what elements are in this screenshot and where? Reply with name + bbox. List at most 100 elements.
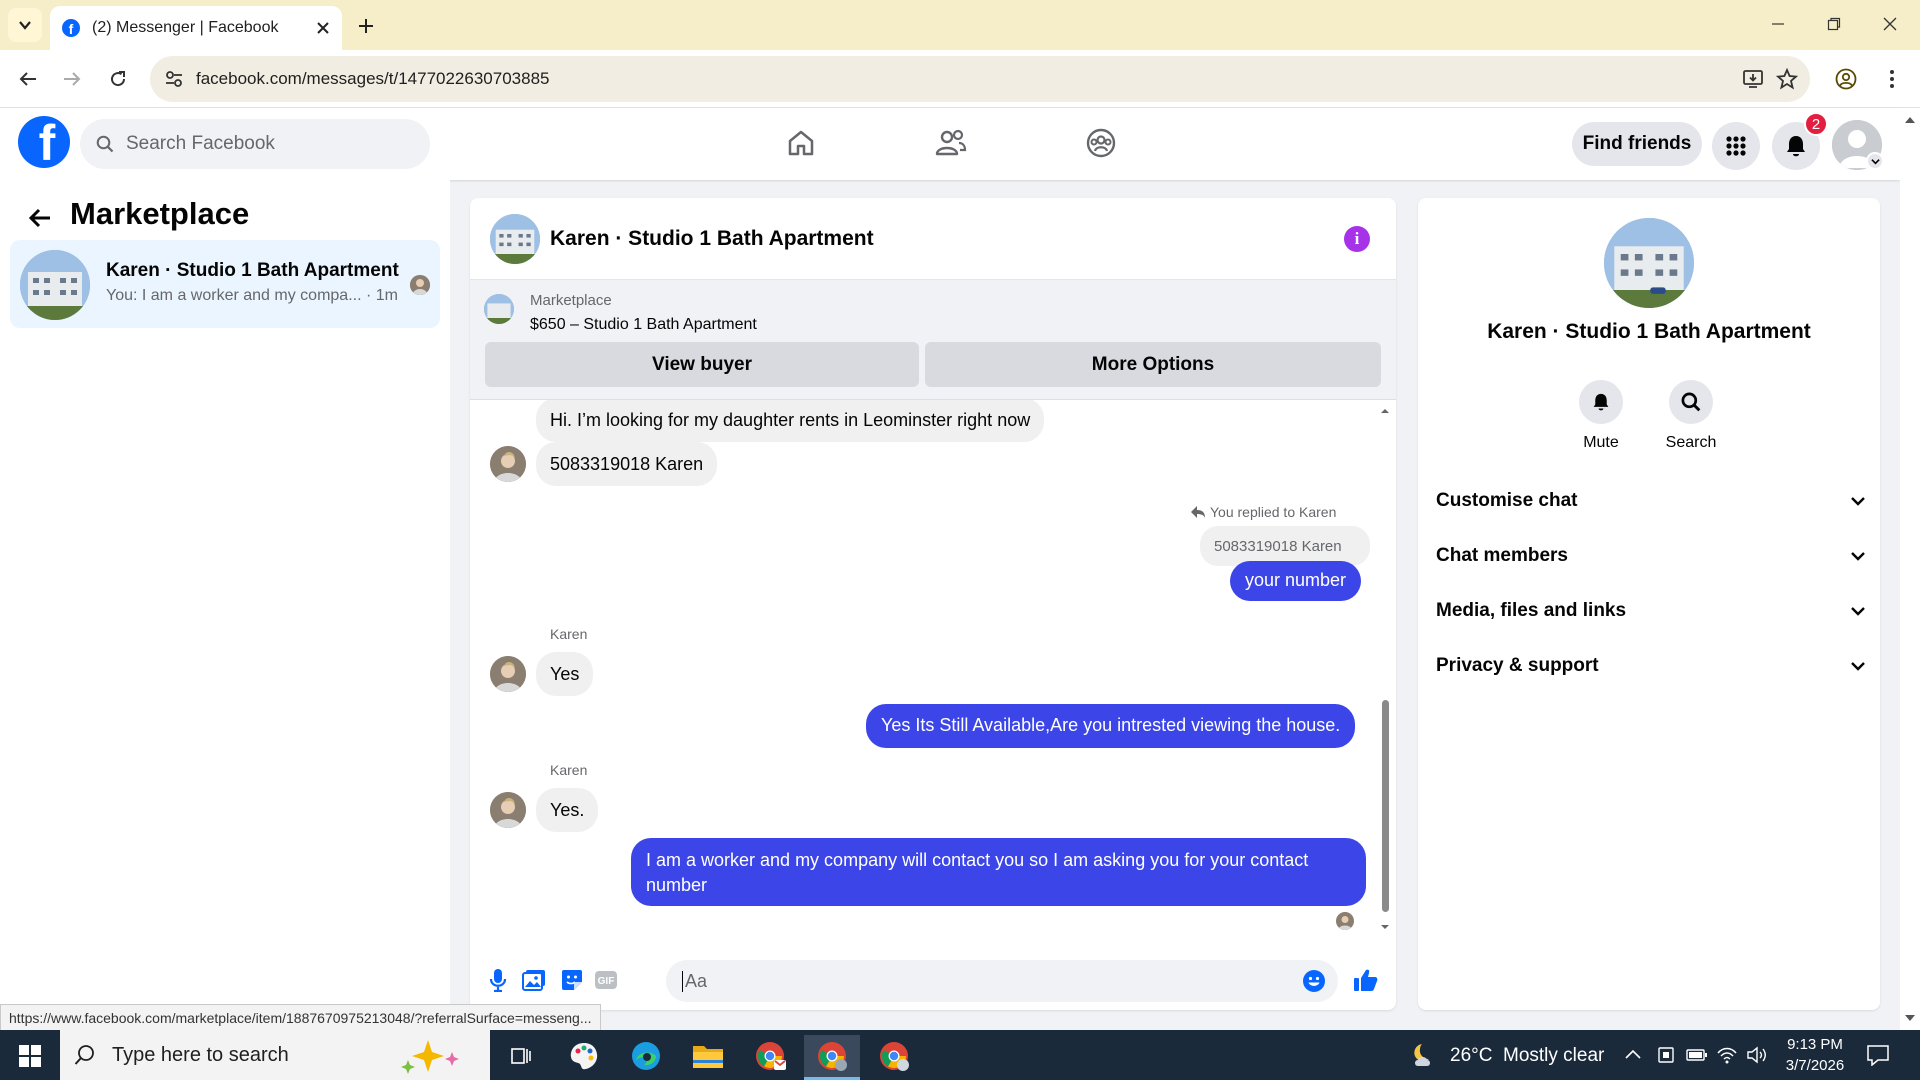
clock-time: 9:13 PM [1787, 1036, 1843, 1053]
section-privacy-support[interactable]: Privacy & support [1436, 646, 1866, 686]
meet-now-icon[interactable] [1656, 1045, 1676, 1065]
taskbar-app-chrome-gmail[interactable] [742, 1035, 798, 1077]
moon-cloud-icon [1414, 1044, 1430, 1066]
conversation-info-panel: Karen · Studio 1 Bath Apartment Mute Sea… [1418, 198, 1880, 1010]
copilot-sparkle-icon[interactable] [398, 1038, 468, 1074]
view-buyer-button[interactable]: View buyer [485, 342, 919, 387]
nav-friends[interactable] [926, 120, 976, 166]
chrome-icon [818, 1042, 847, 1071]
outgoing-message[interactable]: your number [1230, 561, 1362, 601]
incoming-message[interactable]: Yes [536, 652, 594, 696]
battery-icon[interactable] [1686, 1046, 1708, 1064]
scroll-up-arrow-icon[interactable] [1900, 112, 1920, 128]
message-input[interactable]: Aa [666, 960, 1338, 1002]
more-options-button[interactable]: More Options [925, 342, 1381, 387]
outgoing-message[interactable]: I am a worker and my company will contac… [631, 838, 1366, 906]
sticker-icon [562, 970, 582, 990]
search-placeholder: Search Facebook [126, 133, 275, 154]
search-icon [74, 1045, 94, 1065]
chat-scrollbar[interactable] [1378, 400, 1392, 950]
address-bar[interactable]: facebook.com/messages/t/1477022630703885 [150, 56, 1810, 102]
bookmark-star-icon[interactable] [1776, 68, 1798, 90]
browser-menu-button[interactable] [1876, 63, 1908, 95]
minimize-button[interactable] [1758, 8, 1798, 40]
chat-avatar[interactable] [490, 214, 540, 264]
search-label: Search [1665, 434, 1717, 451]
facebook-favicon-icon: f [62, 19, 80, 37]
tab-search-button[interactable] [8, 8, 42, 42]
listing-price-title[interactable]: $650 – Studio 1 Bath Apartment [530, 316, 757, 334]
page-scrollbar[interactable] [1900, 108, 1920, 1030]
mute-button[interactable]: Mute [1561, 380, 1641, 452]
search-icon [1681, 392, 1701, 412]
taskbar-search-input[interactable]: Type here to search [60, 1030, 490, 1080]
incoming-message[interactable]: Hi. I’m looking for my daughter rents in… [536, 400, 1045, 442]
message-input-placeholder: Aa [682, 970, 707, 992]
incoming-message[interactable]: Yes. [536, 788, 599, 832]
section-media-files-links[interactable]: Media, files and links [1436, 591, 1866, 631]
nav-home[interactable] [776, 120, 826, 166]
facebook-f-icon: f [38, 116, 56, 168]
attach-photo-button[interactable] [518, 964, 550, 996]
facebook-logo[interactable]: f [18, 116, 70, 168]
incoming-message[interactable]: 5083319018 Karen [536, 442, 718, 486]
sticker-button[interactable] [556, 964, 588, 996]
search-in-conversation-button[interactable]: Search [1651, 380, 1731, 452]
scroll-down-arrow-icon[interactable] [1900, 1010, 1920, 1026]
nav-groups[interactable] [1076, 120, 1126, 166]
conversation-name: Karen · Studio 1 Bath Apartment [106, 260, 399, 281]
emoji-icon[interactable] [1302, 969, 1326, 993]
taskbar-app-chrome-active[interactable] [804, 1035, 860, 1077]
chat-scrollbar-thumb[interactable] [1382, 700, 1389, 912]
close-window-button[interactable] [1870, 8, 1910, 40]
back-button[interactable] [12, 63, 44, 95]
conversation-preview: You: I am a worker and my compa... · 1m [106, 287, 398, 304]
voice-clip-button[interactable] [482, 964, 514, 996]
image-icon [522, 970, 545, 991]
reload-button[interactable] [102, 63, 134, 95]
start-button[interactable] [2, 1035, 58, 1077]
browser-tab-messenger[interactable]: f (2) Messenger | Facebook [50, 6, 342, 50]
profile-button[interactable] [1830, 63, 1862, 95]
site-settings-icon[interactable] [164, 69, 184, 89]
chat-title[interactable]: Karen · Studio 1 Bath Apartment [550, 227, 874, 251]
scroll-up-arrow-icon[interactable] [1378, 404, 1392, 418]
quoted-message[interactable]: 5083319018 Karen [1200, 526, 1370, 566]
message-list: Hi. I’m looking for my daughter rents in… [470, 400, 1396, 950]
new-tab-button[interactable] [352, 12, 380, 40]
volume-icon[interactable] [1746, 1045, 1768, 1065]
listing-thumbnail-small [484, 294, 514, 324]
find-friends-button[interactable]: Find friends [1572, 122, 1702, 166]
show-hidden-icons-icon[interactable] [1624, 1047, 1642, 1061]
gif-button[interactable]: GIF [590, 964, 622, 996]
close-tab-icon[interactable] [316, 21, 330, 35]
chat-header: Karen · Studio 1 Bath Apartment i [470, 198, 1396, 280]
account-dropdown-badge[interactable] [1866, 152, 1884, 170]
taskbar-app-file-explorer[interactable] [680, 1035, 736, 1077]
sender-name: Karen [550, 626, 588, 642]
weather-widget[interactable]: 26°C Mostly clear [1408, 1042, 1604, 1070]
back-to-marketplace-button[interactable] [24, 202, 56, 234]
install-app-icon[interactable] [1742, 68, 1764, 90]
task-view-button[interactable] [492, 1035, 548, 1077]
system-clock[interactable]: 9:13 PM 3/7/2026 [1770, 1034, 1860, 1076]
forward-button[interactable] [56, 63, 88, 95]
taskbar-app-edge[interactable] [618, 1035, 674, 1077]
info-name: Karen · Studio 1 Bath Apartment [1487, 320, 1811, 343]
menu-button[interactable] [1712, 122, 1760, 170]
section-chat-members[interactable]: Chat members [1436, 536, 1866, 576]
scroll-down-arrow-icon[interactable] [1378, 920, 1392, 934]
restore-button[interactable] [1814, 8, 1854, 40]
outgoing-message[interactable]: Yes Its Still Available,Are you intreste… [866, 704, 1356, 748]
taskbar-app-paint[interactable] [556, 1035, 612, 1077]
send-like-button[interactable] [1350, 964, 1382, 996]
taskbar-app-chrome-profile[interactable] [866, 1035, 922, 1077]
conversation-info-icon[interactable]: i [1344, 226, 1370, 252]
notification-center-icon[interactable] [1866, 1044, 1890, 1066]
wifi-icon[interactable] [1716, 1045, 1738, 1065]
chat-panel: Karen · Studio 1 Bath Apartment i Market… [470, 198, 1396, 1010]
facebook-search-input[interactable]: Search Facebook [80, 119, 430, 169]
section-customise-chat[interactable]: Customise chat [1436, 481, 1866, 521]
conversation-item[interactable]: Karen · Studio 1 Bath Apartment You: I a… [10, 240, 440, 328]
listing-label: Marketplace [530, 292, 612, 309]
